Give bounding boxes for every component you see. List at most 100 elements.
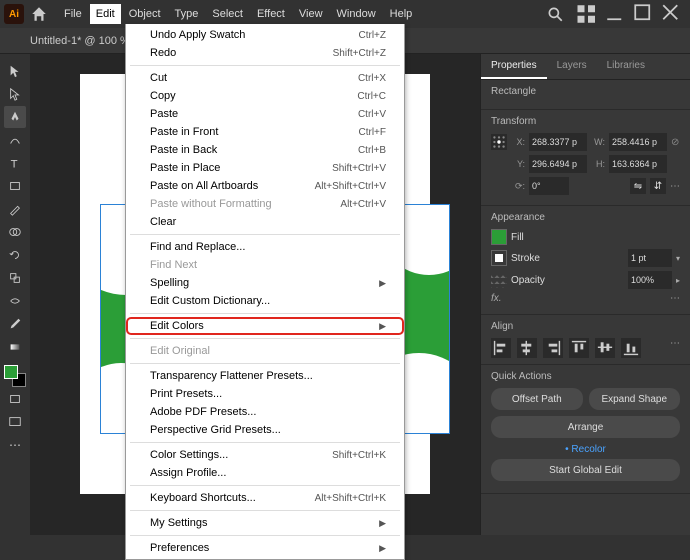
eyedropper-tool[interactable] bbox=[4, 313, 26, 335]
menu-select[interactable]: Select bbox=[206, 4, 249, 24]
menu-item-paste-in-place[interactable]: Paste in PlaceShift+Ctrl+V bbox=[126, 159, 404, 177]
menu-item-find-and-replace[interactable]: Find and Replace... bbox=[126, 238, 404, 256]
menu-item-transparency-flattener-presets[interactable]: Transparency Flattener Presets... bbox=[126, 367, 404, 385]
offset-path-button[interactable]: Offset Path bbox=[491, 388, 583, 410]
draw-mode[interactable] bbox=[4, 388, 26, 410]
document-tab[interactable]: Untitled-1* @ 100 % bbox=[30, 35, 130, 47]
flip-h-icon[interactable]: ⇋ bbox=[630, 178, 646, 194]
stroke-swatch[interactable] bbox=[491, 250, 507, 266]
menu-item-label: Transparency Flattener Presets... bbox=[150, 370, 386, 382]
menu-item-paste-in-front[interactable]: Paste in FrontCtrl+F bbox=[126, 123, 404, 141]
workspace-switcher-icon[interactable] bbox=[574, 4, 602, 24]
reference-point-icon[interactable] bbox=[491, 134, 507, 150]
menu-item-paste-in-back[interactable]: Paste in BackCtrl+B bbox=[126, 141, 404, 159]
more-options-icon[interactable]: ⋯ bbox=[670, 293, 680, 304]
menu-item-cut[interactable]: CutCtrl+X bbox=[126, 69, 404, 87]
align-left-icon[interactable] bbox=[491, 338, 511, 358]
width-tool[interactable] bbox=[4, 290, 26, 312]
menu-view[interactable]: View bbox=[293, 4, 329, 24]
arrange-button[interactable]: Arrange bbox=[491, 416, 680, 438]
menu-item-edit-colors[interactable]: Edit Colors▶ bbox=[126, 317, 404, 335]
maximize-icon[interactable] bbox=[630, 4, 658, 24]
appearance-section: Appearance Fill Stroke ▾ Opacity ▸ fx. bbox=[481, 206, 690, 315]
w-field[interactable] bbox=[609, 133, 667, 151]
opacity-swatch[interactable] bbox=[491, 272, 507, 288]
x-field[interactable] bbox=[529, 133, 587, 151]
menu-item-edit-custom-dictionary[interactable]: Edit Custom Dictionary... bbox=[126, 292, 404, 310]
fill-stroke-swatch[interactable] bbox=[4, 365, 26, 387]
menu-object[interactable]: Object bbox=[123, 4, 167, 24]
tab-layers[interactable]: Layers bbox=[547, 54, 597, 79]
direct-select-tool[interactable] bbox=[4, 83, 26, 105]
menu-separator bbox=[130, 442, 400, 443]
rotate-field[interactable] bbox=[529, 177, 569, 195]
menu-file[interactable]: File bbox=[58, 4, 88, 24]
start-global-edit-button[interactable]: Start Global Edit bbox=[491, 459, 680, 481]
screen-mode[interactable] bbox=[4, 411, 26, 433]
menu-window[interactable]: Window bbox=[331, 4, 382, 24]
y-field[interactable] bbox=[529, 155, 587, 173]
menu-item-print-presets[interactable]: Print Presets... bbox=[126, 385, 404, 403]
menu-item-find-next: Find Next bbox=[126, 256, 404, 274]
menu-item-redo[interactable]: RedoShift+Ctrl+Z bbox=[126, 44, 404, 62]
menu-item-undo-apply-swatch[interactable]: Undo Apply SwatchCtrl+Z bbox=[126, 26, 404, 44]
edit-toolbar[interactable]: ⋯ bbox=[4, 434, 26, 456]
flip-v-icon[interactable]: ⇵ bbox=[650, 178, 666, 194]
stroke-weight-field[interactable] bbox=[628, 249, 672, 267]
opacity-field[interactable] bbox=[628, 271, 672, 289]
menu-item-color-settings[interactable]: Color Settings...Shift+Ctrl+K bbox=[126, 446, 404, 464]
menu-item-spelling[interactable]: Spelling▶ bbox=[126, 274, 404, 292]
tab-libraries[interactable]: Libraries bbox=[597, 54, 655, 79]
menu-item-keyboard-shortcuts[interactable]: Keyboard Shortcuts...Alt+Shift+Ctrl+K bbox=[126, 489, 404, 507]
curvature-tool[interactable] bbox=[4, 129, 26, 151]
menu-item-label: Redo bbox=[150, 47, 333, 59]
chevron-right-icon[interactable]: ▸ bbox=[676, 276, 680, 285]
more-options-icon[interactable]: ⋯ bbox=[670, 338, 680, 358]
rectangle-tool[interactable] bbox=[4, 175, 26, 197]
menu-item-preferences[interactable]: Preferences▶ bbox=[126, 539, 404, 557]
menu-item-perspective-grid-presets[interactable]: Perspective Grid Presets... bbox=[126, 421, 404, 439]
align-top-icon[interactable] bbox=[569, 338, 589, 358]
menu-item-my-settings[interactable]: My Settings▶ bbox=[126, 514, 404, 532]
menu-item-paste[interactable]: PasteCtrl+V bbox=[126, 105, 404, 123]
menu-item-label: Edit Custom Dictionary... bbox=[150, 295, 386, 307]
recolor-link[interactable]: Recolor bbox=[491, 444, 680, 455]
menu-item-label: Edit Colors bbox=[150, 320, 379, 332]
align-hcenter-icon[interactable] bbox=[517, 338, 537, 358]
scale-tool[interactable] bbox=[4, 267, 26, 289]
type-tool[interactable]: T bbox=[4, 152, 26, 174]
fx-label[interactable]: fx. bbox=[491, 293, 502, 304]
h-field[interactable] bbox=[609, 155, 667, 173]
more-options-icon[interactable]: ⋯ bbox=[670, 181, 680, 192]
chevron-down-icon[interactable]: ▾ bbox=[676, 254, 680, 263]
align-vcenter-icon[interactable] bbox=[595, 338, 615, 358]
svg-text:T: T bbox=[11, 158, 18, 170]
menu-item-assign-profile[interactable]: Assign Profile... bbox=[126, 464, 404, 482]
expand-shape-button[interactable]: Expand Shape bbox=[589, 388, 681, 410]
close-icon[interactable] bbox=[658, 4, 686, 24]
selection-tool[interactable] bbox=[4, 60, 26, 82]
minimize-icon[interactable] bbox=[602, 4, 630, 24]
align-bottom-icon[interactable] bbox=[621, 338, 641, 358]
menu-item-paste-on-all-artboards[interactable]: Paste on All ArtboardsAlt+Shift+Ctrl+V bbox=[126, 177, 404, 195]
menu-effect[interactable]: Effect bbox=[251, 4, 291, 24]
search-icon[interactable] bbox=[546, 5, 564, 23]
link-wh-icon[interactable]: ⊘ bbox=[671, 137, 679, 148]
menu-separator bbox=[130, 535, 400, 536]
gradient-tool[interactable] bbox=[4, 336, 26, 358]
menu-item-adobe-pdf-presets[interactable]: Adobe PDF Presets... bbox=[126, 403, 404, 421]
pen-tool[interactable] bbox=[4, 106, 26, 128]
paintbrush-tool[interactable] bbox=[4, 198, 26, 220]
menu-edit[interactable]: Edit bbox=[90, 4, 121, 24]
align-right-icon[interactable] bbox=[543, 338, 563, 358]
menu-item-copy[interactable]: CopyCtrl+C bbox=[126, 87, 404, 105]
shape-builder-tool[interactable] bbox=[4, 221, 26, 243]
menu-item-clear[interactable]: Clear bbox=[126, 213, 404, 231]
home-icon[interactable] bbox=[30, 5, 48, 23]
selection-type: Rectangle bbox=[491, 86, 680, 97]
fill-swatch[interactable] bbox=[491, 229, 507, 245]
rotate-tool[interactable] bbox=[4, 244, 26, 266]
menu-help[interactable]: Help bbox=[384, 4, 419, 24]
menu-type[interactable]: Type bbox=[169, 4, 205, 24]
tab-properties[interactable]: Properties bbox=[481, 54, 547, 79]
